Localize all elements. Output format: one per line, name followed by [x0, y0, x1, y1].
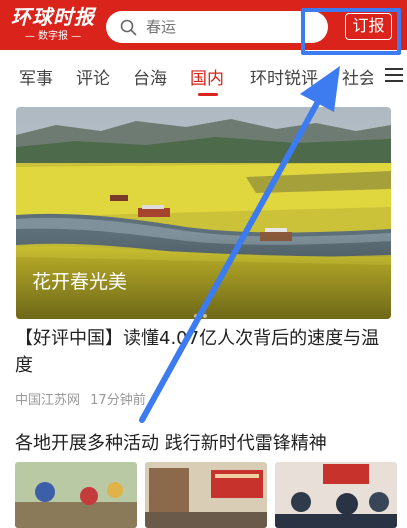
thumbnail-image [145, 462, 267, 528]
hero-caption: 花开春光美 [32, 271, 128, 293]
carousel-dots [194, 303, 212, 319]
active-tab-indicator [198, 93, 218, 96]
logo-title: 环球时报 [11, 5, 95, 29]
tab-global-times-review[interactable]: 环时锐评 [250, 64, 318, 89]
tab-military[interactable]: 军事 [19, 64, 53, 89]
tab-society[interactable]: 社会 [342, 64, 376, 89]
thumbnail-image [275, 462, 397, 528]
hero-banner[interactable]: 花开春光美 [16, 107, 391, 319]
article-title[interactable]: 各地开展多种活动 践行新时代雷锋精神 [15, 430, 400, 457]
article-title[interactable]: 【好评中国】读懂4.07亿人次背后的速度与温度 [15, 325, 393, 379]
tab-domestic[interactable]: 国内 [190, 64, 224, 89]
app-logo[interactable]: 环球时报 — 数字报 — [10, 6, 96, 46]
thumbnail-image [15, 462, 137, 528]
tab-commentary[interactable]: 评论 [76, 64, 110, 89]
article-time: 17分钟前 [90, 393, 146, 408]
search-icon [120, 19, 137, 36]
search-input[interactable] [146, 16, 316, 38]
menu-icon[interactable] [373, 50, 407, 100]
search-bar[interactable] [106, 11, 328, 43]
highlight-box [301, 8, 401, 55]
tab-taiwan-strait[interactable]: 台海 [133, 64, 167, 89]
article-thumbnails[interactable] [15, 462, 400, 528]
article-meta: 中国江苏网 17分钟前 [15, 389, 152, 408]
article-source: 中国江苏网 [15, 393, 81, 408]
channel-tabs: 军事 评论 台海 国内 环时锐评 社会 [0, 50, 407, 100]
logo-subtitle: — 数字报 — [24, 31, 82, 42]
